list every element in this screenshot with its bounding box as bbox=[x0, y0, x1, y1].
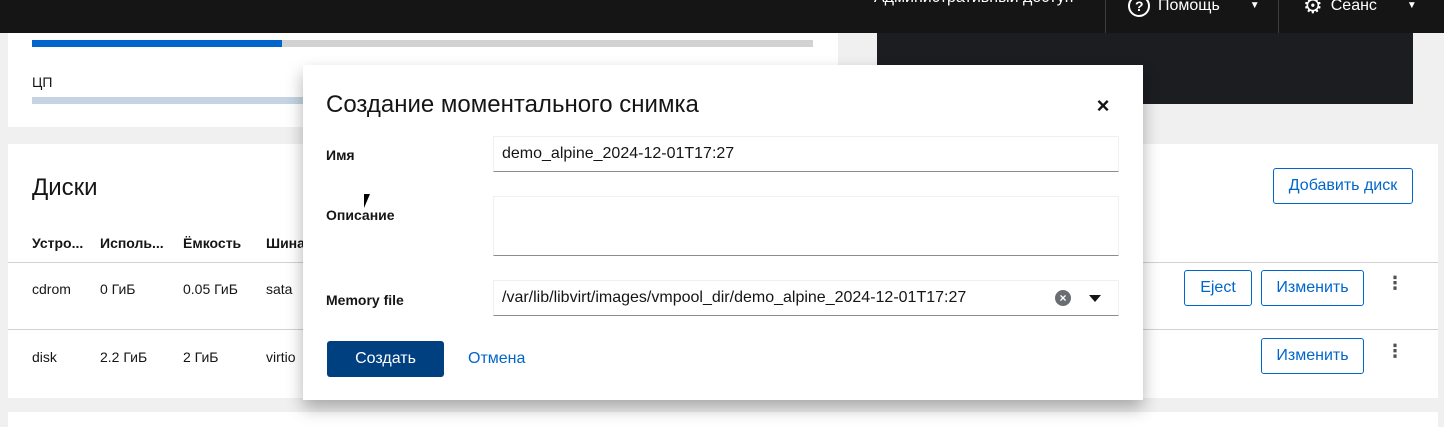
dialog-title: Создание моментального снимка bbox=[326, 91, 699, 118]
cell-bus: sata bbox=[266, 281, 293, 297]
admin-access-toggle[interactable]: Административный доступ bbox=[874, 0, 1073, 22]
cell-capacity: 0.05 ГиБ bbox=[183, 281, 238, 297]
chevron-down-icon: ▼ bbox=[1406, 0, 1417, 11]
masthead-divider bbox=[1278, 0, 1279, 33]
cell-used: 2.2 ГиБ bbox=[100, 349, 148, 365]
memory-file-label: Memory file bbox=[326, 292, 404, 308]
disks-title: Диски bbox=[32, 174, 98, 201]
cell-used: 0 ГиБ bbox=[100, 281, 136, 297]
column-header-bus[interactable]: Шина bbox=[266, 235, 305, 251]
session-label: Сеанс bbox=[1330, 0, 1377, 14]
edit-disk-button[interactable]: Изменить bbox=[1261, 338, 1364, 374]
cell-device: disk bbox=[32, 349, 57, 365]
add-disk-button[interactable]: Добавить диск bbox=[1273, 168, 1413, 204]
cell-bus: virtio bbox=[266, 349, 296, 365]
kebab-menu-icon[interactable]: ⋮ bbox=[1386, 342, 1404, 360]
cpu-label: ЦП bbox=[32, 74, 53, 90]
mouse-cursor-icon bbox=[364, 194, 370, 208]
name-label: Имя bbox=[326, 147, 355, 163]
help-menu[interactable]: Помощь ▼ bbox=[1128, 0, 1260, 22]
next-card bbox=[8, 412, 1438, 427]
column-header-device[interactable]: Устро... bbox=[32, 235, 83, 251]
kebab-menu-icon[interactable]: ⋮ bbox=[1386, 274, 1404, 292]
memory-file-select[interactable]: /var/lib/libvirt/images/vmpool_dir/demo_… bbox=[493, 280, 1119, 316]
caret-down-icon[interactable] bbox=[1089, 295, 1101, 302]
snapshot-name-input[interactable] bbox=[493, 136, 1119, 172]
clear-icon[interactable]: × bbox=[1055, 290, 1071, 306]
cell-capacity: 2 ГиБ bbox=[183, 349, 219, 365]
gear-icon: ⚙ bbox=[1303, 0, 1323, 18]
help-circle-icon bbox=[1128, 0, 1150, 17]
close-icon[interactable]: × bbox=[1095, 95, 1111, 117]
memory-usage-bar bbox=[32, 40, 813, 47]
cancel-button[interactable]: Отмена bbox=[468, 341, 525, 377]
masthead: Административный доступ Помощь ▼ ⚙ Сеанс… bbox=[0, 0, 1444, 33]
help-label: Помощь bbox=[1158, 0, 1220, 14]
create-snapshot-dialog: Создание моментального снимка × Имя Опис… bbox=[303, 65, 1143, 400]
snapshot-description-textarea[interactable] bbox=[493, 196, 1119, 256]
memory-file-value: /var/lib/libvirt/images/vmpool_dir/demo_… bbox=[502, 289, 967, 306]
memory-usage-fill bbox=[32, 40, 282, 47]
session-menu[interactable]: ⚙ Сеанс ▼ bbox=[1303, 0, 1417, 22]
create-button[interactable]: Создать bbox=[327, 341, 444, 377]
column-header-capacity[interactable]: Ёмкость bbox=[183, 235, 241, 251]
masthead-divider bbox=[1105, 0, 1106, 33]
chevron-down-icon: ▼ bbox=[1249, 0, 1260, 11]
column-header-used[interactable]: Исполь... bbox=[100, 235, 164, 251]
description-label: Описание bbox=[326, 207, 395, 223]
cell-device: cdrom bbox=[32, 281, 71, 297]
edit-disk-button[interactable]: Изменить bbox=[1261, 270, 1364, 306]
eject-button[interactable]: Eject bbox=[1184, 270, 1252, 306]
